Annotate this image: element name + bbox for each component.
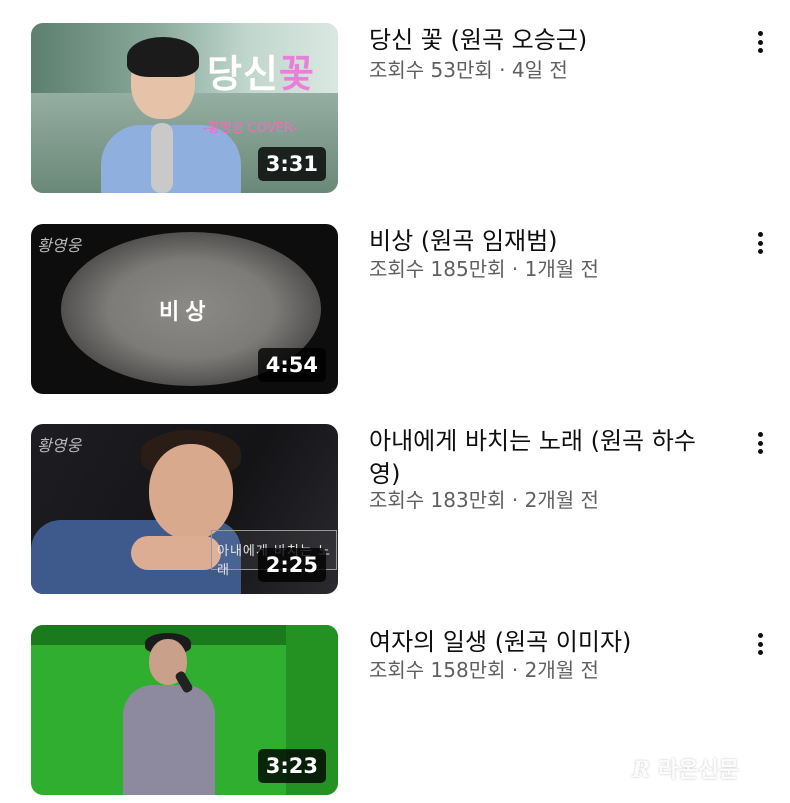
video-item[interactable]: 당신꽃 -황영웅 COVER- 3:31 당신 꽃 (원곡 오승근) 조회수 5… xyxy=(0,23,790,195)
signature-logo: 황영웅 xyxy=(37,236,82,255)
video-title[interactable]: 여자의 일생 (원곡 이미자) xyxy=(369,626,699,659)
more-vert-icon[interactable] xyxy=(748,27,772,57)
video-title[interactable]: 당신 꽃 (원곡 오승근) xyxy=(369,24,699,57)
video-thumbnail[interactable]: 황영웅 아내에게 바치는 노래 2:25 xyxy=(31,424,338,594)
watermark-logo: R 라온신문 xyxy=(632,757,739,783)
video-thumbnail[interactable]: 당신꽃 -황영웅 COVER- 3:31 xyxy=(31,23,338,193)
thumbnail-subtitle: -황영웅 COVER- xyxy=(203,121,298,136)
more-vert-icon[interactable] xyxy=(748,629,772,659)
video-meta: 조회수 158만회 · 2개월 전 xyxy=(369,658,599,682)
video-title[interactable]: 아내에게 바치는 노래 (원곡 하수영) xyxy=(369,425,699,491)
thumbnail-title: 당신꽃 xyxy=(207,52,315,96)
duration-badge: 3:23 xyxy=(257,749,326,783)
more-vert-icon[interactable] xyxy=(748,428,772,458)
video-item[interactable]: 황영웅 비상 4:54 비상 (원곡 임재범) 조회수 185만회 · 1개월 … xyxy=(0,224,790,396)
video-thumbnail[interactable]: 황영웅 비상 4:54 xyxy=(31,224,338,394)
signature-logo: 황영웅 xyxy=(37,436,82,455)
video-meta: 조회수 53만회 · 4일 전 xyxy=(369,58,568,82)
thumbnail-title: 비상 xyxy=(159,300,212,325)
singer-figure xyxy=(123,685,215,795)
duration-badge: 2:25 xyxy=(257,548,326,582)
video-thumbnail[interactable]: 3:23 xyxy=(31,625,338,795)
duration-badge: 3:31 xyxy=(257,147,326,181)
video-title[interactable]: 비상 (원곡 임재범) xyxy=(369,225,699,258)
duration-badge: 4:54 xyxy=(257,348,326,382)
more-vert-icon[interactable] xyxy=(748,228,772,258)
video-item[interactable]: 황영웅 아내에게 바치는 노래 2:25 아내에게 바치는 노래 (원곡 하수영… xyxy=(0,424,790,596)
video-meta: 조회수 183만회 · 2개월 전 xyxy=(369,488,599,512)
video-meta: 조회수 185만회 · 1개월 전 xyxy=(369,257,599,281)
